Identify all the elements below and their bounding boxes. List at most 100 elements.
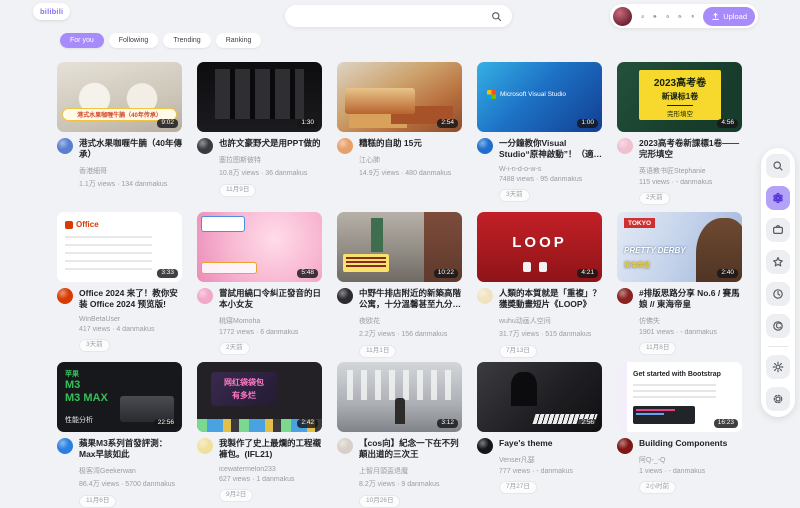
uploader-avatar[interactable] [57, 438, 73, 454]
uploader-name[interactable]: Venser凡瑟 [499, 455, 602, 465]
bell-icon[interactable] [641, 11, 644, 22]
video-title[interactable]: Faye's theme [499, 438, 602, 449]
video-thumbnail[interactable]: 3:12 [337, 362, 462, 432]
video-thumbnail[interactable]: 1:30 [197, 62, 322, 132]
search-icon[interactable] [491, 11, 502, 22]
video-title[interactable]: #排版思路分享 No.6 / 賽馬娘 // 東海帝皇 [639, 288, 742, 310]
video-thumbnail[interactable]: 5:48 [197, 212, 322, 282]
video-thumbnail[interactable]: TOKYO PRETTY DERBY 東海帝皇 2:40 [617, 212, 742, 282]
uploader-name[interactable]: 塞拉图斯彼特 [219, 155, 322, 165]
uploader-name[interactable]: 极客湾Geekerwan [79, 466, 182, 476]
uploader-avatar[interactable] [617, 438, 633, 454]
user-avatar[interactable] [613, 7, 632, 26]
video-title[interactable]: 我製作了史上最爛的工程襯褲包。(IFL21) [219, 438, 322, 460]
video-thumbnail[interactable]: Microsoft Visual Studio 1:00 [477, 62, 602, 132]
theme-toggle-icon[interactable] [766, 355, 790, 379]
video-title[interactable]: 也許文豪野犬是用PPT做的 [219, 138, 322, 149]
video-card[interactable]: 网红袋袋包 有多烂 2:42 我製作了史上最爛的工程襯褲包。(IFL21) ic… [197, 362, 322, 500]
search-bar[interactable] [285, 5, 512, 27]
uploader-name[interactable]: icewatermelon233 [219, 466, 322, 473]
video-title[interactable]: Office 2024 来了！教你安装 Office 2024 预览版! [79, 288, 182, 310]
video-card[interactable]: 10:22 中野牛排店附近的新築高階公寓，十分溫馨甚至九分乾淨 夜欧花 2.2万… [337, 212, 462, 350]
video-title[interactable]: 人類的本質就是「重複」？獲奬動畫短片《LOOP》 [499, 288, 602, 310]
site-logo[interactable]: bilibili [33, 3, 70, 20]
video-card[interactable]: 港式水果咖喱牛腩（40年传承） 9:02 港式水果咖喱牛腩（40年傳承） 香港細… [57, 62, 182, 200]
uploader-avatar[interactable] [477, 438, 493, 454]
video-thumbnail[interactable]: 港式水果咖喱牛腩（40年传承） 9:02 [57, 62, 182, 132]
video-card[interactable]: 2:56 Faye's theme Venser凡瑟 777 views · -… [477, 362, 602, 500]
video-thumbnail[interactable]: 2:54 [337, 62, 462, 132]
coin-icon[interactable]: C [766, 314, 790, 338]
uploader-avatar[interactable] [197, 138, 213, 154]
uploader-avatar[interactable] [337, 138, 353, 154]
date-badge: 11月9日 [219, 184, 256, 197]
uploader-name[interactable]: 英语教书匠Stephanie [639, 166, 742, 176]
uploader-name[interactable]: 上智月頭盃退魔 [359, 466, 462, 476]
recommend-icon[interactable] [766, 186, 790, 210]
video-card[interactable]: TOKYO PRETTY DERBY 東海帝皇 2:40 #排版思路分享 No.… [617, 212, 742, 350]
history-icon[interactable] [678, 11, 681, 22]
uploader-avatar[interactable] [477, 138, 493, 154]
location-icon[interactable] [691, 11, 694, 22]
uploader-avatar[interactable] [477, 288, 493, 304]
uploader-name[interactable]: 阿Q-_-Q [639, 455, 742, 465]
uploader-name[interactable]: 夜欧花 [359, 316, 462, 326]
tab-following[interactable]: Following [109, 33, 159, 48]
uploader-avatar[interactable] [57, 138, 73, 154]
search-icon[interactable] [766, 154, 790, 178]
video-title[interactable]: 港式水果咖喱牛腩（40年傳承） [79, 138, 182, 160]
uploader-avatar[interactable] [197, 288, 213, 304]
tab-ranking[interactable]: Ranking [216, 33, 262, 48]
video-card[interactable]: 1:30 也許文豪野犬是用PPT做的 塞拉图斯彼特 10.8万 views · … [197, 62, 322, 200]
uploader-avatar[interactable] [617, 138, 633, 154]
uploader-name[interactable]: WinBetaUser [79, 316, 182, 323]
video-title[interactable]: 一分鐘教你Visual Studio“原神啟動”！（適用於Blend） [499, 138, 602, 160]
search-input[interactable] [295, 12, 491, 21]
video-title[interactable]: 【cos向】紀念一下在不列顛出道的三次王 [359, 438, 462, 460]
favorites-icon[interactable] [766, 250, 790, 274]
tv-icon[interactable] [766, 218, 790, 242]
history-icon[interactable] [766, 282, 790, 306]
video-card[interactable]: 3:12 【cos向】紀念一下在不列顛出道的三次王 上智月頭盃退魔 8.2万 v… [337, 362, 462, 500]
video-thumbnail[interactable]: 2023高考卷 新课标1卷 完形填空 4:56 [617, 62, 742, 132]
tab-for-you[interactable]: For you [60, 33, 104, 48]
video-card[interactable]: Office 3:33 Office 2024 来了！教你安装 Office 2… [57, 212, 182, 350]
video-card[interactable]: Get started with Bootstrap 16:23 Buildin… [617, 362, 742, 500]
video-thumbnail[interactable]: 网红袋袋包 有多烂 2:42 [197, 362, 322, 432]
uploader-avatar[interactable] [617, 288, 633, 304]
video-card[interactable]: 2:54 糟糕的自助 15元 江心肺 14.9万 views · 480 dan… [337, 62, 462, 200]
settings-gear-icon[interactable] [766, 387, 790, 411]
video-title[interactable]: 中野牛排店附近的新築高階公寓，十分溫馨甚至九分乾淨 [359, 288, 462, 310]
uploader-avatar[interactable] [337, 288, 353, 304]
star-icon[interactable] [666, 11, 669, 22]
uploader-name[interactable]: wuhu动画人空间 [499, 316, 602, 326]
video-thumbnail[interactable]: 2:56 [477, 362, 602, 432]
video-title[interactable]: 2023高考卷新課標1卷——完形填空 [639, 138, 742, 160]
uploader-avatar[interactable] [197, 438, 213, 454]
video-card[interactable]: 5:48 嘗試用繞口令糾正發音的日本小女友 桃寝Momoha 1772 view… [197, 212, 322, 350]
video-card[interactable]: 2023高考卷 新课标1卷 完形填空 4:56 2023高考卷新課標1卷——完形… [617, 62, 742, 200]
upload-button[interactable]: Upload [703, 7, 755, 26]
video-thumbnail[interactable]: Office 3:33 [57, 212, 182, 282]
video-card[interactable]: Microsoft Visual Studio 1:00 一分鐘教你Visual… [477, 62, 602, 200]
video-title[interactable]: 嘗試用繞口令糾正發音的日本小女友 [219, 288, 322, 310]
uploader-name[interactable]: 桃寝Momoha [219, 316, 322, 326]
video-thumbnail[interactable]: 10:22 [337, 212, 462, 282]
uploader-avatar[interactable] [337, 438, 353, 454]
video-title[interactable]: 蘋果M3系列首發評測：Max早該如此 [79, 438, 182, 460]
tab-trending[interactable]: Trending [163, 33, 210, 48]
video-card[interactable]: LOOP 4:21 人類的本質就是「重複」？獲奬動畫短片《LOOP》 wuhu动… [477, 212, 602, 350]
uploader-name[interactable]: W-i-n-d-o-w-s [499, 166, 602, 173]
video-meta: 417 views · 4 danmakus [79, 326, 182, 333]
uploader-name[interactable]: 江心肺 [359, 155, 462, 165]
coin-icon[interactable]: B [653, 11, 656, 22]
video-title[interactable]: Building Components [639, 438, 742, 449]
uploader-avatar[interactable] [57, 288, 73, 304]
uploader-name[interactable]: 香港細哥 [79, 166, 182, 176]
video-thumbnail[interactable]: 苹果 M3 M3 MAX 性能分析 22:56 [57, 362, 182, 432]
video-title[interactable]: 糟糕的自助 15元 [359, 138, 462, 149]
video-thumbnail[interactable]: LOOP 4:21 [477, 212, 602, 282]
video-thumbnail[interactable]: Get started with Bootstrap 16:23 [617, 362, 742, 432]
uploader-name[interactable]: 仿佛失 [639, 316, 742, 326]
video-card[interactable]: 苹果 M3 M3 MAX 性能分析 22:56 蘋果M3系列首發評測：Max早該… [57, 362, 182, 500]
